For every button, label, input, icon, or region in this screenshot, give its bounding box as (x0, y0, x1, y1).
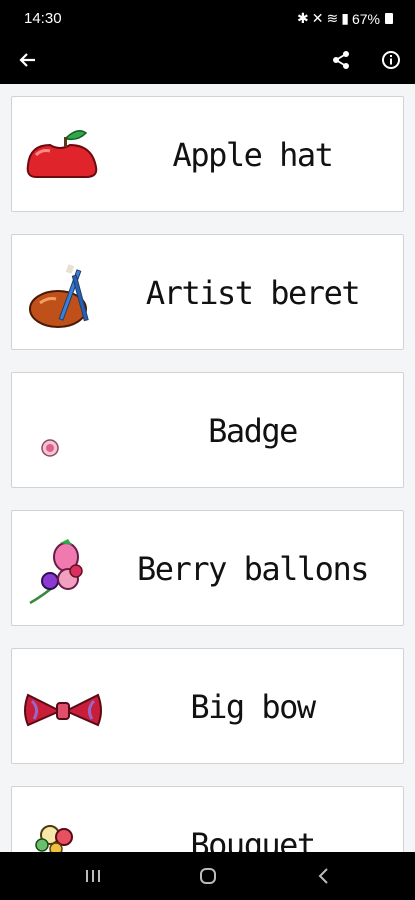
item-label: Bouquet (190, 826, 316, 852)
info-icon (382, 51, 400, 69)
system-nav-bar (0, 852, 415, 900)
bouquet-icon (35, 825, 73, 852)
recents-icon (86, 870, 100, 882)
list-item-apple-hat[interactable]: Apple hat (11, 96, 404, 212)
item-label: Big bow (190, 688, 316, 726)
share-icon (333, 51, 349, 69)
berry-balloons-icon (29, 539, 83, 605)
back-button[interactable] (12, 44, 44, 76)
big-bow-icon (24, 693, 102, 727)
wifi-icon: ≋ (326, 10, 339, 26)
arrow-left-icon (19, 53, 35, 67)
share-button[interactable] (325, 44, 357, 76)
list-item-badge[interactable]: Badge (11, 372, 404, 488)
badge-icon (41, 439, 59, 457)
item-label: Berry ballons (137, 550, 369, 588)
apple-hat-icon (26, 130, 98, 178)
signal-icon: ▮ (341, 10, 349, 26)
battery-icon (385, 13, 393, 24)
item-label: Badge (208, 412, 298, 450)
item-label: Apple hat (172, 136, 334, 174)
home-button[interactable] (193, 864, 223, 888)
app-bar (0, 38, 415, 82)
home-icon (200, 868, 216, 884)
info-button[interactable] (375, 44, 407, 76)
nav-back-button[interactable] (309, 864, 339, 888)
list-item-big-bow[interactable]: Big bow (11, 648, 404, 764)
list-item-berry-ballons[interactable]: Berry ballons (11, 510, 404, 626)
bluetooth-icon: ✱ (297, 10, 309, 26)
list-item-bouquet[interactable]: Bouquet (11, 786, 404, 852)
back-chevron-icon (318, 868, 328, 884)
artist-beret-icon (29, 264, 89, 328)
mute-icon: ✕ (311, 10, 324, 26)
recents-button[interactable] (78, 864, 108, 888)
status-bar: 14:30 ✱ ✕ ≋ ▮ 67% (0, 0, 415, 38)
battery-percent: 67% (351, 10, 380, 27)
item-label: Artist beret (145, 274, 361, 312)
status-time: 14:30 (24, 10, 62, 27)
item-list: Apple hat Artist beret Badge Berry ballo… (0, 84, 415, 852)
list-item-artist-beret[interactable]: Artist beret (11, 234, 404, 350)
status-icons: ✱ ✕ ≋ ▮ 67% (297, 10, 393, 27)
